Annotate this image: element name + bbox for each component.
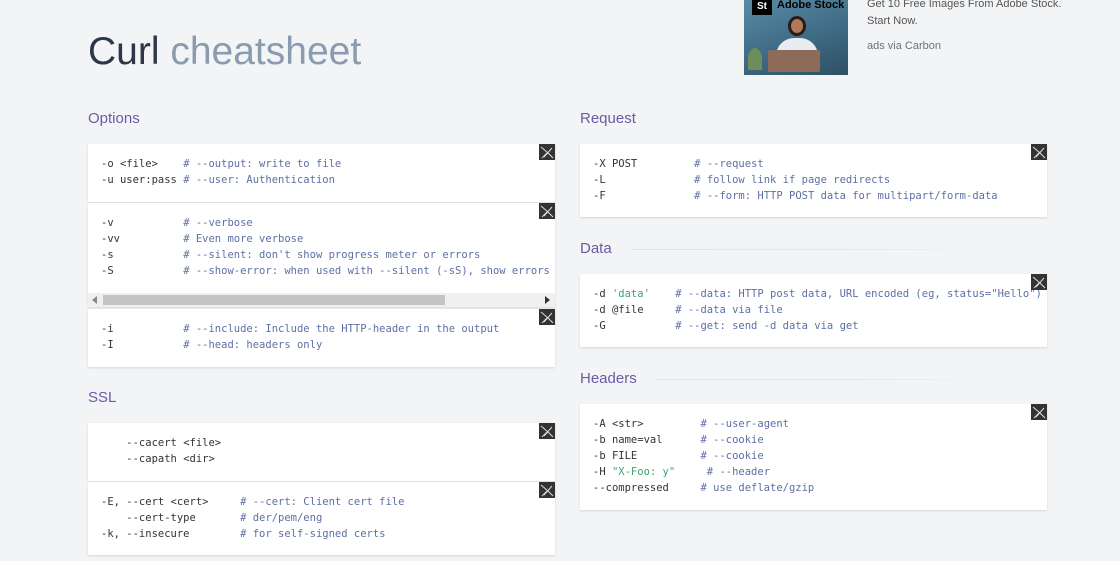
code-block-request[interactable]: -X POST # --request -L # follow link if …: [580, 144, 1047, 217]
code-block-options-verbose[interactable]: -v # --verbose -vv # Even more verbose -…: [88, 203, 555, 307]
ad-image-brand: Adobe Stock: [777, 0, 845, 11]
expand-icon[interactable]: [539, 144, 555, 160]
laptop-illustration: [768, 50, 820, 72]
scroll-right-icon[interactable]: [545, 296, 550, 304]
expand-icon[interactable]: [539, 423, 555, 439]
page-title-sub: cheatsheet: [170, 30, 362, 73]
scroll-left-icon[interactable]: [92, 296, 97, 304]
section-title-headers[interactable]: Headers: [580, 370, 637, 387]
person-head-illustration: [788, 16, 806, 36]
code-block-data[interactable]: -d 'data' # --data: HTTP post data, URL …: [580, 274, 1047, 347]
page-title-main: Curl: [88, 30, 160, 73]
expand-icon[interactable]: [1031, 144, 1047, 160]
code-lines: -o <file> # --output: write to file -u u…: [101, 158, 342, 186]
code-lines: -i # --include: Include the HTTP-header …: [101, 323, 500, 351]
section-title-data[interactable]: Data: [580, 240, 612, 257]
expand-icon[interactable]: [539, 203, 555, 219]
section-title-request[interactable]: Request: [580, 110, 636, 127]
code-lines: -X POST # --request -L # follow link if …: [593, 158, 998, 202]
expand-icon[interactable]: [539, 309, 555, 325]
scrollbar-thumb[interactable]: [103, 295, 445, 305]
section-title-ssl[interactable]: SSL: [88, 389, 116, 406]
carbon-ad[interactable]: St Adobe Stock Get 10 Free Images From A…: [744, 0, 1120, 80]
code-block-options-include[interactable]: -i # --include: Include the HTTP-header …: [88, 309, 555, 367]
code-block-ssl-ca[interactable]: --cacert <file> --capath <dir>: [88, 423, 555, 481]
code-lines: -d 'data' # --data: HTTP post data, URL …: [593, 288, 1042, 332]
code-lines: -v # --verbose -vv # Even more verbose -…: [101, 217, 550, 277]
page-title: Curl cheatsheet: [88, 30, 361, 74]
horizontal-scrollbar[interactable]: [88, 293, 555, 307]
code-lines: -A <str> # --user-agent -b name=val # --…: [593, 418, 815, 494]
adobe-stock-logo: St: [752, 0, 772, 15]
ad-via-carbon[interactable]: ads via Carbon: [867, 40, 941, 52]
expand-icon[interactable]: [1031, 274, 1047, 290]
expand-icon[interactable]: [539, 482, 555, 498]
code-block-options-output[interactable]: -o <file> # --output: write to file -u u…: [88, 144, 555, 202]
code-block-ssl-cert[interactable]: -E, --cert <cert> # --cert: Client cert …: [88, 482, 555, 555]
expand-icon[interactable]: [1031, 404, 1047, 420]
section-divider: [656, 379, 976, 380]
code-lines: -E, --cert <cert> # --cert: Client cert …: [101, 496, 405, 540]
section-title-options[interactable]: Options: [88, 110, 140, 127]
plant-illustration: [748, 48, 762, 70]
code-lines: --cacert <file> --capath <dir>: [101, 437, 222, 465]
section-divider: [632, 249, 972, 250]
ad-text[interactable]: Get 10 Free Images From Adobe Stock. Sta…: [867, 0, 1067, 30]
code-block-headers[interactable]: -A <str> # --user-agent -b name=val # --…: [580, 404, 1047, 510]
ad-image[interactable]: St Adobe Stock: [744, 0, 848, 75]
